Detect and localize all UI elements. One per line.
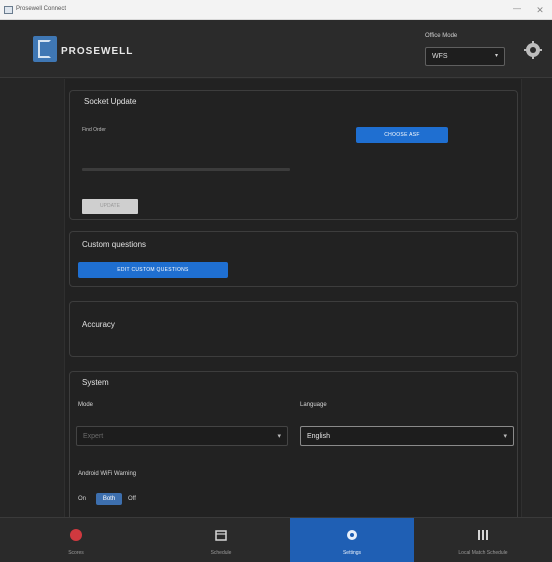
toggle-option-on[interactable]: On <box>78 493 86 505</box>
toggle-option-off[interactable]: Off <box>128 493 136 505</box>
section-title: Custom questions <box>82 240 147 249</box>
settings-icon <box>345 528 359 542</box>
close-icon[interactable]: ✕ <box>533 3 547 17</box>
bottom-nav: Scores Schedule Settings Local Match Sch… <box>0 517 552 562</box>
nav-tab-scores[interactable]: Scores <box>0 518 152 562</box>
section-title: Accuracy <box>82 320 115 329</box>
nav-tab-settings[interactable]: Settings <box>290 518 414 562</box>
app-header: PROSEWELL Office Mode WFS ▾ <box>0 20 552 78</box>
settings-scroll-area[interactable]: Socket Update Find Order CHOOSE ASF UPDA… <box>0 79 552 517</box>
section-title: Socket Update <box>84 97 137 106</box>
language-select[interactable]: English ▾ <box>300 426 514 446</box>
settings-panel: Socket Update Find Order CHOOSE ASF UPDA… <box>64 79 522 517</box>
upload-progress-bar <box>82 168 290 171</box>
logo-icon <box>33 36 57 62</box>
update-button[interactable]: UPDATE <box>82 199 138 214</box>
office-mode-value: WFS <box>432 53 448 60</box>
nav-tab-schedule[interactable]: Schedule <box>152 518 290 562</box>
nav-label: Local Match Schedule <box>458 550 508 556</box>
edit-custom-questions-button[interactable]: EDIT CUSTOM QUESTIONS <box>78 262 228 278</box>
window-title: Prosewell Connect <box>16 6 67 12</box>
minimize-icon[interactable]: — <box>510 3 524 17</box>
schedule-icon <box>214 528 228 542</box>
mode-value: Expert <box>83 433 104 440</box>
section-title: System <box>82 378 109 387</box>
app-icon <box>4 6 13 14</box>
office-mode-select[interactable]: WFS ▾ <box>425 47 505 66</box>
settings-content: Socket Update Find Order CHOOSE ASF UPDA… <box>0 79 552 517</box>
language-value: English <box>307 433 330 440</box>
office-mode-label: Office Mode <box>425 33 458 39</box>
chevron-down-icon: ▾ <box>494 53 498 59</box>
file-label: Find Order <box>82 127 106 133</box>
chevron-down-icon: ▾ <box>277 433 281 440</box>
wifi-warning-label: Android WiFi Warning <box>78 471 137 477</box>
socket-update-section: Socket Update Find Order CHOOSE ASF UPDA… <box>69 90 518 220</box>
language-label: Language <box>300 402 327 408</box>
scores-icon <box>69 528 83 542</box>
match-schedule-icon <box>476 528 490 542</box>
nav-label: Settings <box>342 550 362 556</box>
mode-label: Mode <box>78 402 94 408</box>
nav-tab-local-match-schedule[interactable]: Local Match Schedule <box>414 518 552 562</box>
custom-questions-section: Custom questions EDIT CUSTOM QUESTIONS <box>69 231 518 287</box>
accuracy-section: Accuracy <box>69 301 518 357</box>
choose-file-button[interactable]: CHOOSE ASF <box>356 127 448 143</box>
wifi-warning-toggle: On Both Off <box>78 493 148 505</box>
chevron-down-icon: ▾ <box>503 433 507 440</box>
mode-select[interactable]: Expert ▾ <box>76 426 288 446</box>
nav-label: Scores <box>68 550 84 556</box>
window-titlebar: Prosewell Connect — ✕ <box>0 0 552 20</box>
system-section: System Mode Expert ▾ Language English ▾ … <box>69 371 518 517</box>
logo-text: PROSEWELL <box>61 46 134 57</box>
nav-label: Schedule <box>210 550 232 556</box>
toggle-option-both[interactable]: Both <box>96 493 122 505</box>
gear-icon[interactable] <box>523 40 543 60</box>
